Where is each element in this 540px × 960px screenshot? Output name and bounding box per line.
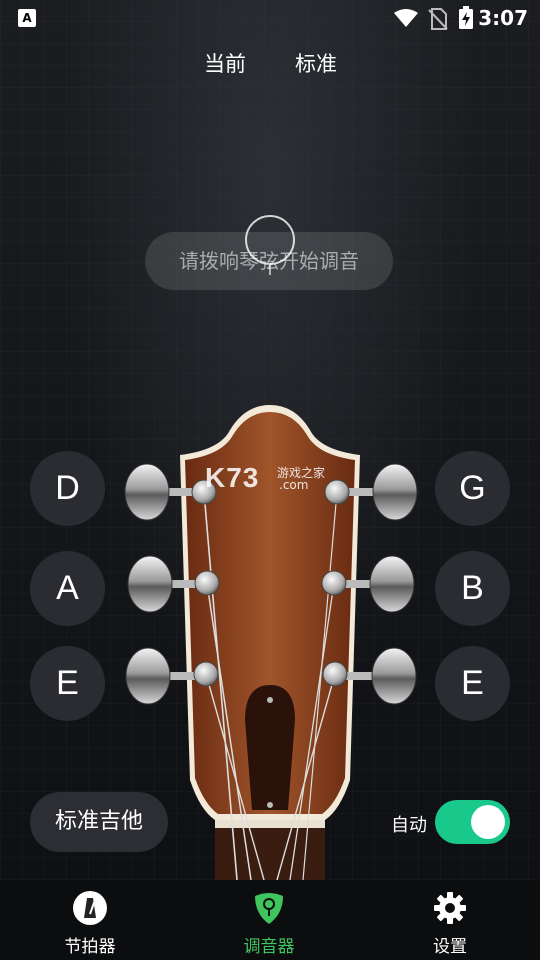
string-button-a[interactable]: A — [30, 551, 105, 626]
pitch-indicator-ring — [245, 215, 295, 265]
nav-label-metronome: 节拍器 — [64, 937, 116, 957]
string-button-g[interactable]: G — [435, 451, 510, 526]
watermark-domain: .com — [279, 478, 309, 492]
string-button-e-low[interactable]: E — [30, 646, 105, 721]
watermark-main: K73 — [205, 462, 260, 493]
standard-tuning-label: 标准 — [295, 52, 337, 76]
nav-item-settings[interactable]: 设置 — [390, 880, 510, 960]
current-label: 当前 — [204, 52, 246, 76]
string-button-d[interactable]: D — [30, 451, 105, 526]
k73-watermark: K73 游戏之家 .com — [205, 462, 325, 494]
metronome-icon — [73, 891, 107, 925]
gear-icon — [434, 892, 466, 924]
clock: 3:07 — [478, 6, 528, 30]
status-bar: A 3:07 — [0, 0, 540, 38]
tuner-pick-icon — [255, 893, 283, 924]
tuning-preset-button[interactable]: 标准吉他 — [30, 792, 168, 852]
no-sim-icon — [428, 8, 448, 30]
auto-mode-toggle[interactable] — [435, 800, 510, 844]
auto-mode-label: 自动 — [391, 815, 427, 836]
bottom-navigation: 节拍器 调音器 设置 — [0, 880, 540, 960]
wifi-icon — [394, 9, 418, 27]
battery-charging-icon — [459, 6, 473, 29]
toggle-knob — [471, 805, 505, 839]
string-button-e-high[interactable]: E — [435, 646, 510, 721]
nav-item-metronome[interactable]: 节拍器 — [30, 880, 150, 960]
nav-label-settings: 设置 — [433, 937, 467, 957]
pitch-indicator-needle — [269, 265, 271, 275]
nav-label-tuner: 调音器 — [243, 937, 295, 957]
nav-item-tuner[interactable]: 调音器 — [209, 880, 329, 960]
string-button-b[interactable]: B — [435, 551, 510, 626]
app-notification-icon: A — [18, 9, 36, 27]
